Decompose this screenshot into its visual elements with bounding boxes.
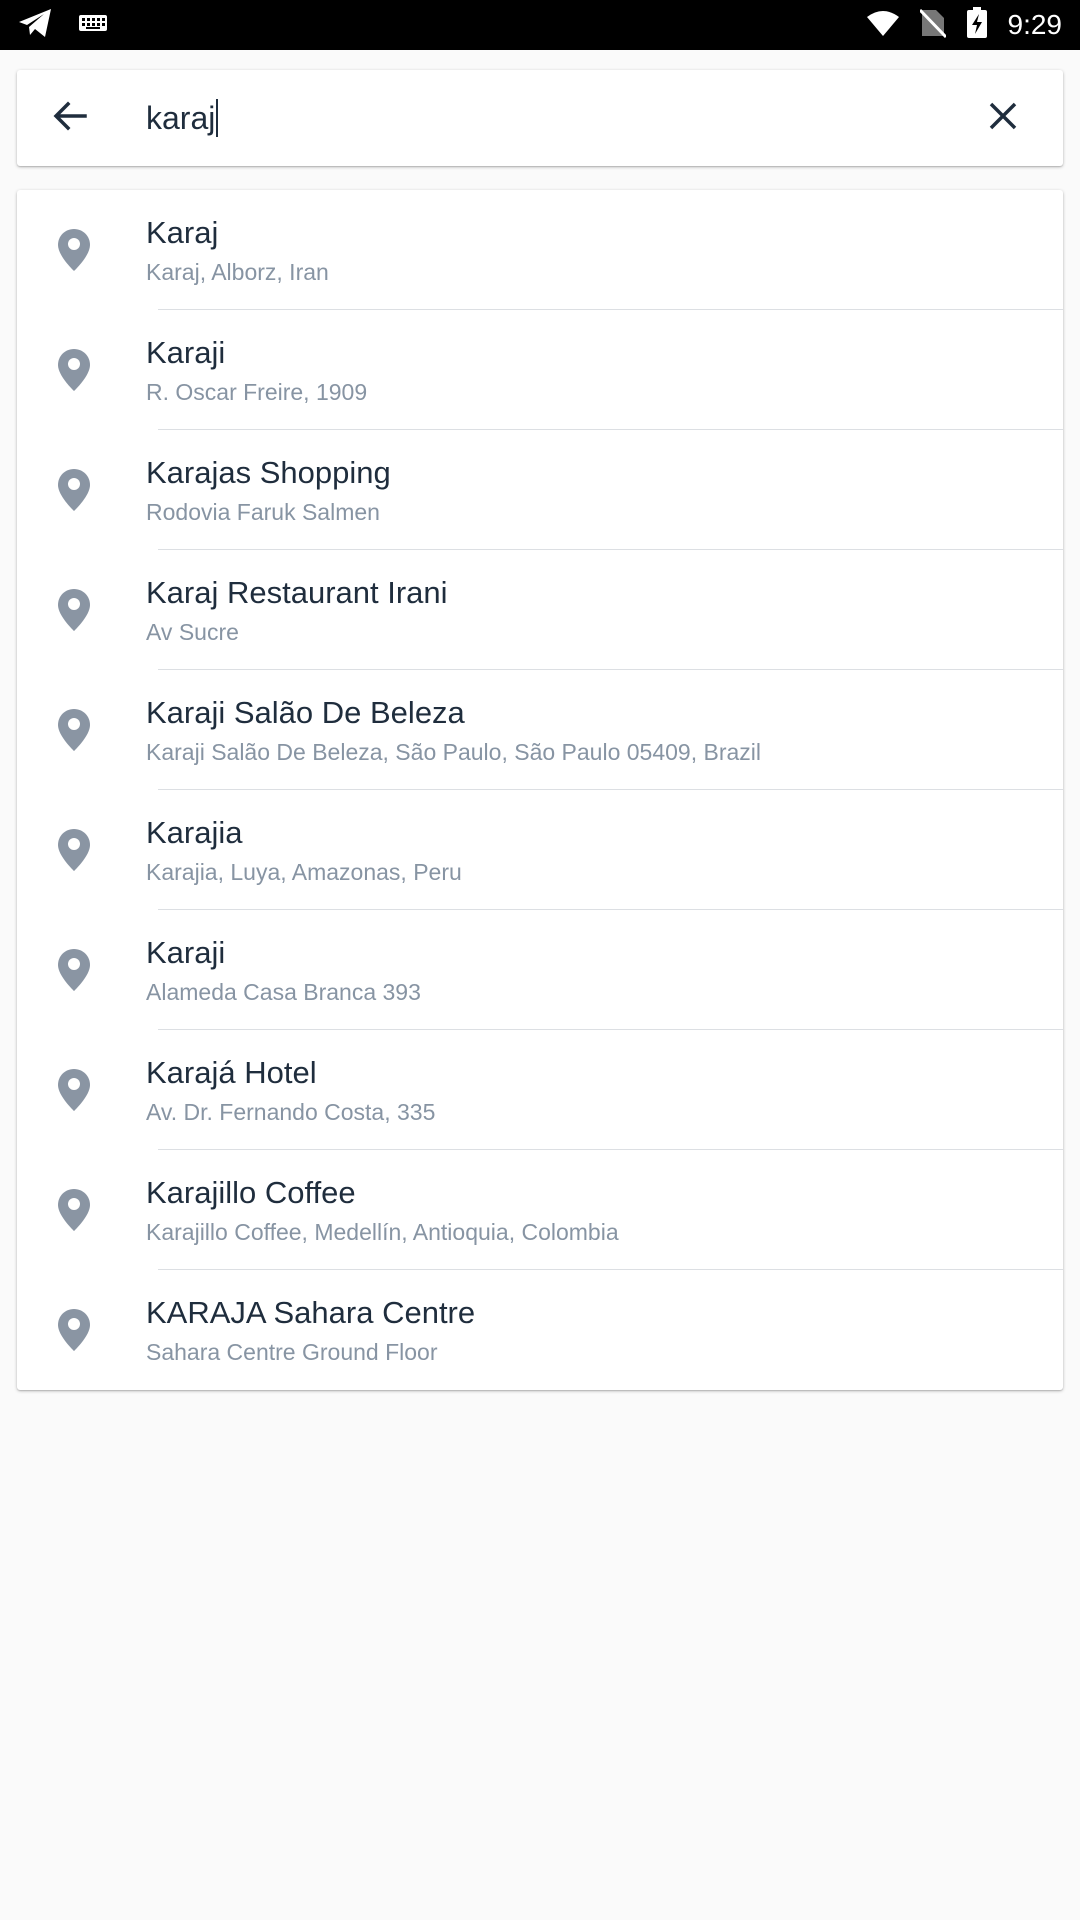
result-text: Karaji R. Oscar Freire, 1909 xyxy=(146,334,1063,407)
result-title: Karaji xyxy=(146,935,226,970)
wifi-icon xyxy=(866,9,900,42)
result-title: Karajá Hotel xyxy=(146,1055,317,1090)
no-sim-icon xyxy=(918,8,947,43)
result-item[interactable]: Karaj Restaurant Irani Av Sucre xyxy=(17,550,1063,670)
map-pin-icon xyxy=(57,1068,91,1112)
result-subtitle: Karajia, Luya, Amazonas, Peru xyxy=(146,859,462,885)
close-icon xyxy=(988,101,1018,136)
result-text: Karajas Shopping Rodovia Faruk Salmen xyxy=(146,454,1063,527)
arrow-left-icon xyxy=(53,101,87,136)
results-list: Karaj Karaj, Alborz, Iran Karaji R. Osca… xyxy=(17,190,1063,1390)
result-text: Karajillo Coffee Karajillo Coffee, Medel… xyxy=(146,1174,1063,1247)
result-title: Karajia xyxy=(146,815,243,850)
map-pin-icon xyxy=(57,228,91,272)
battery-charging-icon xyxy=(966,6,988,44)
result-text: Karaji Alameda Casa Branca 393 xyxy=(146,934,1063,1007)
map-pin-icon xyxy=(57,588,91,632)
result-subtitle: Karaji Salão De Beleza, São Paulo, São P… xyxy=(146,739,762,765)
result-item[interactable]: Karaji Salão De Beleza Karaji Salão De B… xyxy=(17,670,1063,790)
result-subtitle: Karajillo Coffee, Medellín, Antioquia, C… xyxy=(146,1219,619,1245)
result-title: Karaj xyxy=(146,215,219,250)
search-input-value: karaj xyxy=(146,99,216,136)
clear-button[interactable] xyxy=(955,70,1051,166)
result-text: Karajia Karajia, Luya, Amazonas, Peru xyxy=(146,814,1063,887)
result-text: KARAJA Sahara Centre Sahara Centre Groun… xyxy=(146,1294,1063,1367)
map-pin-icon xyxy=(57,948,91,992)
keyboard-icon xyxy=(78,13,108,38)
result-title: Karaji Salão De Beleza xyxy=(146,695,465,730)
result-item[interactable]: Karaji R. Oscar Freire, 1909 xyxy=(17,310,1063,430)
result-subtitle: Sahara Centre Ground Floor xyxy=(146,1339,438,1365)
map-pin-icon xyxy=(57,828,91,872)
status-time: 9:29 xyxy=(1007,9,1063,40)
map-pin-icon xyxy=(57,708,91,752)
status-left xyxy=(0,8,108,43)
status-bar: 9:29 xyxy=(0,0,1080,50)
result-subtitle: Av. Dr. Fernando Costa, 335 xyxy=(146,1099,436,1125)
telegram-icon xyxy=(18,8,52,43)
result-subtitle: R. Oscar Freire, 1909 xyxy=(146,379,368,405)
map-pin-icon xyxy=(57,348,91,392)
result-subtitle: Rodovia Faruk Salmen xyxy=(146,499,380,525)
result-subtitle: Alameda Casa Branca 393 xyxy=(146,979,421,1005)
result-text: Karaj Karaj, Alborz, Iran xyxy=(146,214,1063,287)
map-pin-icon xyxy=(57,1188,91,1232)
result-text: Karaji Salão De Beleza Karaji Salão De B… xyxy=(146,694,1063,767)
result-text: Karajá Hotel Av. Dr. Fernando Costa, 335 xyxy=(146,1054,1063,1127)
result-title: Karaj Restaurant Irani xyxy=(146,575,448,610)
status-right: 9:29 xyxy=(866,6,1080,44)
result-item[interactable]: Karaji Alameda Casa Branca 393 xyxy=(17,910,1063,1030)
result-item[interactable]: Karajas Shopping Rodovia Faruk Salmen xyxy=(17,430,1063,550)
result-title: Karajas Shopping xyxy=(146,455,391,490)
map-pin-icon xyxy=(57,1308,91,1352)
search-input[interactable]: karaj xyxy=(123,70,955,166)
search-bar: karaj xyxy=(17,70,1063,166)
result-item[interactable]: KARAJA Sahara Centre Sahara Centre Groun… xyxy=(17,1270,1063,1390)
result-subtitle: Karaj, Alborz, Iran xyxy=(146,259,329,285)
result-item[interactable]: Karajá Hotel Av. Dr. Fernando Costa, 335 xyxy=(17,1030,1063,1150)
map-pin-icon xyxy=(57,468,91,512)
result-title: Karaji xyxy=(146,335,226,370)
result-item[interactable]: Karajia Karajia, Luya, Amazonas, Peru xyxy=(17,790,1063,910)
result-item[interactable]: Karajillo Coffee Karajillo Coffee, Medel… xyxy=(17,1150,1063,1270)
result-title: Karajillo Coffee xyxy=(146,1175,356,1210)
result-title: KARAJA Sahara Centre xyxy=(146,1295,476,1330)
text-caret xyxy=(216,99,219,137)
result-text: Karaj Restaurant Irani Av Sucre xyxy=(146,574,1063,647)
back-button[interactable] xyxy=(17,70,123,166)
result-item[interactable]: Karaj Karaj, Alborz, Iran xyxy=(17,190,1063,310)
result-subtitle: Av Sucre xyxy=(146,619,239,645)
